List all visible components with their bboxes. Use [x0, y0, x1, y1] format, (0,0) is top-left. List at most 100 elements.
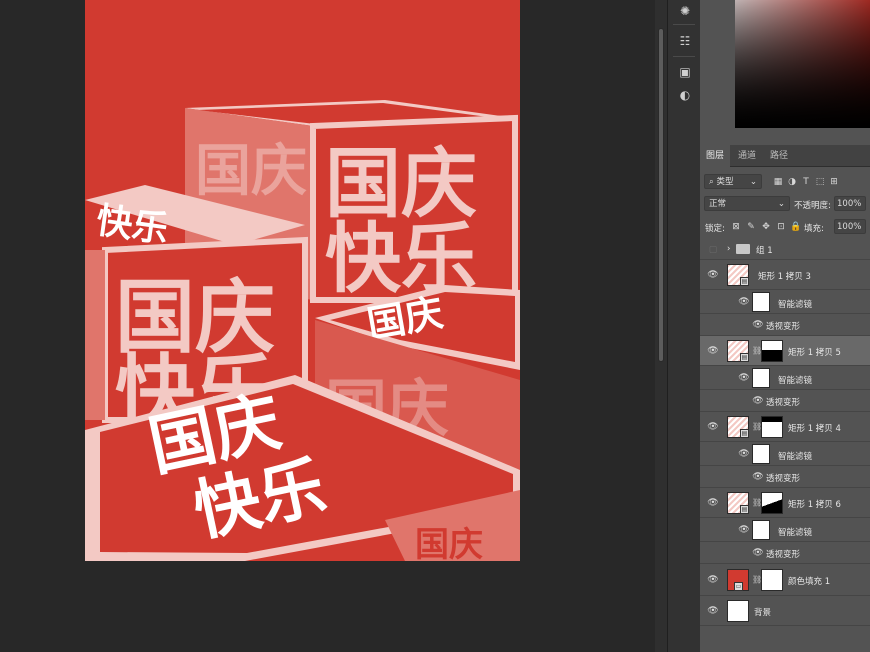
brush-settings-icon[interactable]: ✺	[675, 2, 695, 20]
layer-mask-thumbnail[interactable]	[761, 416, 783, 438]
lock-label: 锁定:	[705, 224, 725, 234]
scrollbar-thumb[interactable]	[658, 28, 664, 362]
image-filter-icon[interactable]: ▦	[772, 176, 784, 188]
layer-row-background[interactable]: 👁 背景	[700, 596, 870, 626]
eye-icon[interactable]: 👁	[752, 396, 764, 406]
layer-thumbnail	[727, 600, 749, 622]
folder-icon	[736, 244, 750, 254]
panel-tabs: 图层 通道 路径	[700, 145, 870, 167]
lock-all-icon[interactable]: 🔒	[790, 221, 802, 233]
layer-name: 矩形 1 拷贝 6	[788, 500, 841, 510]
lock-pixels-icon[interactable]: ✎	[745, 221, 757, 233]
filter-mask-thumbnail	[752, 292, 770, 312]
layer-row-effect[interactable]: 👁 透视变形	[700, 390, 870, 412]
canvas-scrollbar[interactable]	[655, 0, 667, 652]
layer-name: 智能滤镜	[778, 376, 813, 386]
visibility-toggle-empty[interactable]: ▢	[707, 245, 719, 255]
layer-row-fill[interactable]: 👁 ▭ ⛓ 颜色填充 1	[700, 564, 870, 596]
cube-back-left-text: 国庆	[195, 139, 307, 204]
layer-row-smart[interactable]: 👁 ▤ ⛓ 矩形 1 拷贝 4	[700, 412, 870, 442]
cube-left-side-face	[85, 250, 105, 420]
layer-row-effect[interactable]: 👁 透视变形	[700, 314, 870, 336]
layer-name: 透视变形	[766, 322, 801, 332]
eye-icon[interactable]: 👁	[707, 270, 719, 280]
lock-position-icon[interactable]: ✥	[760, 221, 772, 233]
filter-mask-thumbnail	[752, 520, 770, 540]
styles-icon[interactable]: ▣	[675, 63, 695, 81]
eye-icon[interactable]: 👁	[738, 297, 750, 307]
layers-panel: 图层 通道 路径 ⌕ 类型 ⌄ ▦ ◑ T ⬚ ⊞ 正常 ⌄ 不透明度: 100…	[700, 0, 870, 652]
eye-icon[interactable]: 👁	[752, 320, 764, 330]
layer-row-group[interactable]: ▢ › 组 1	[700, 240, 870, 260]
tab-layers[interactable]: 图层	[700, 145, 731, 167]
layers-list: ▢ › 组 1 👁 ▤ 矩形 1 拷贝 3 👁 智能滤镜 👁 透视变形 👁 ▤ …	[700, 240, 870, 652]
tab-paths[interactable]: 路径	[764, 145, 794, 167]
opacity-label: 不透明度:	[794, 201, 831, 211]
type-filter-icon[interactable]: T	[800, 176, 812, 188]
cube-left-top-text: 快乐	[94, 200, 171, 251]
layer-mask-thumbnail[interactable]	[761, 569, 783, 591]
eye-icon[interactable]: 👁	[707, 575, 719, 585]
shape-filter-icon[interactable]: ⬚	[814, 176, 826, 188]
contrast-icon[interactable]: ◐	[675, 86, 695, 104]
fill-input[interactable]: 100%	[834, 219, 866, 234]
layer-row-smart-selected[interactable]: 👁 ▤ ⛓ 矩形 1 拷贝 5	[700, 336, 870, 366]
poster-artwork: .big { font-family: "DejaVu Sans", sans-…	[85, 100, 520, 561]
layer-row-smart-filter[interactable]: 👁 智能滤镜	[700, 442, 870, 466]
lock-transparency-icon[interactable]: ⊠	[730, 221, 742, 233]
color-panel	[700, 0, 870, 143]
layer-thumbnail: ▤	[727, 416, 749, 438]
layer-name: 透视变形	[766, 550, 801, 560]
filter-mask-thumbnail	[752, 444, 770, 464]
search-icon: ⌕	[709, 177, 714, 187]
layer-name: 颜色填充 1	[788, 577, 831, 587]
link-icon[interactable]: ⛓	[752, 346, 762, 356]
eye-icon[interactable]: 👁	[752, 548, 764, 558]
layer-row-smart-filter[interactable]: 👁 智能滤镜	[700, 290, 870, 314]
layer-row-effect[interactable]: 👁 透视变形	[700, 466, 870, 488]
eye-icon[interactable]: 👁	[707, 498, 719, 508]
layer-name: 透视变形	[766, 398, 801, 408]
eye-icon[interactable]: 👁	[707, 346, 719, 356]
layer-row-effect[interactable]: 👁 透视变形	[700, 542, 870, 564]
filter-row: ⌕ 类型 ⌄ ▦ ◑ T ⬚ ⊞	[700, 172, 870, 192]
filter-mask-thumbnail	[752, 368, 770, 388]
eye-icon[interactable]: 👁	[707, 606, 719, 616]
smart-object-icon: ▤	[740, 277, 749, 286]
layer-thumbnail: ▤	[727, 264, 749, 286]
color-picker-field[interactable]	[735, 0, 870, 128]
layer-filter-select[interactable]: ⌕ 类型 ⌄	[704, 174, 762, 189]
opacity-input[interactable]: 100%	[834, 196, 866, 211]
layer-row-smart-filter[interactable]: 👁 智能滤镜	[700, 518, 870, 542]
eye-icon[interactable]: 👁	[707, 422, 719, 432]
chevron-down-icon: ⌄	[777, 199, 785, 209]
smart-object-icon: ▤	[740, 429, 749, 438]
eye-icon[interactable]: 👁	[738, 373, 750, 383]
lock-artboard-icon[interactable]: ⊡	[775, 221, 787, 233]
link-icon[interactable]: ⛓	[752, 498, 762, 508]
smart-object-filter-icon[interactable]: ⊞	[828, 176, 840, 188]
layer-row-smart[interactable]: 👁 ▤ ⛓ 矩形 1 拷贝 6	[700, 488, 870, 518]
adjustments-icon[interactable]: ☷	[675, 32, 695, 50]
blend-mode-select[interactable]: 正常 ⌄	[704, 196, 790, 211]
layer-name: 透视变形	[766, 474, 801, 484]
layer-name: 智能滤镜	[778, 300, 813, 310]
layer-row-smart-filter[interactable]: 👁 智能滤镜	[700, 366, 870, 390]
eye-icon[interactable]: 👁	[752, 472, 764, 482]
artboard[interactable]: .big { font-family: "DejaVu Sans", sans-…	[85, 0, 520, 561]
eye-icon[interactable]: 👁	[738, 525, 750, 535]
cube-front-right-side-text: 国庆	[415, 525, 483, 561]
link-icon[interactable]: ⛓	[752, 575, 762, 585]
layer-mask-thumbnail[interactable]	[761, 492, 783, 514]
layer-mask-thumbnail[interactable]	[761, 340, 783, 362]
layer-name: 矩形 1 拷贝 3	[758, 272, 811, 282]
adjustment-filter-icon[interactable]: ◑	[786, 176, 798, 188]
eye-icon[interactable]: 👁	[738, 449, 750, 459]
tab-channels[interactable]: 通道	[732, 145, 762, 167]
expand-chevron-icon[interactable]: ›	[727, 244, 730, 254]
layer-row-smart[interactable]: 👁 ▤ 矩形 1 拷贝 3	[700, 260, 870, 290]
canvas-area[interactable]: .big { font-family: "DejaVu Sans", sans-…	[0, 0, 655, 652]
link-icon[interactable]: ⛓	[752, 422, 762, 432]
layer-name: 背景	[754, 608, 772, 618]
fill-label: 填充:	[804, 224, 824, 234]
